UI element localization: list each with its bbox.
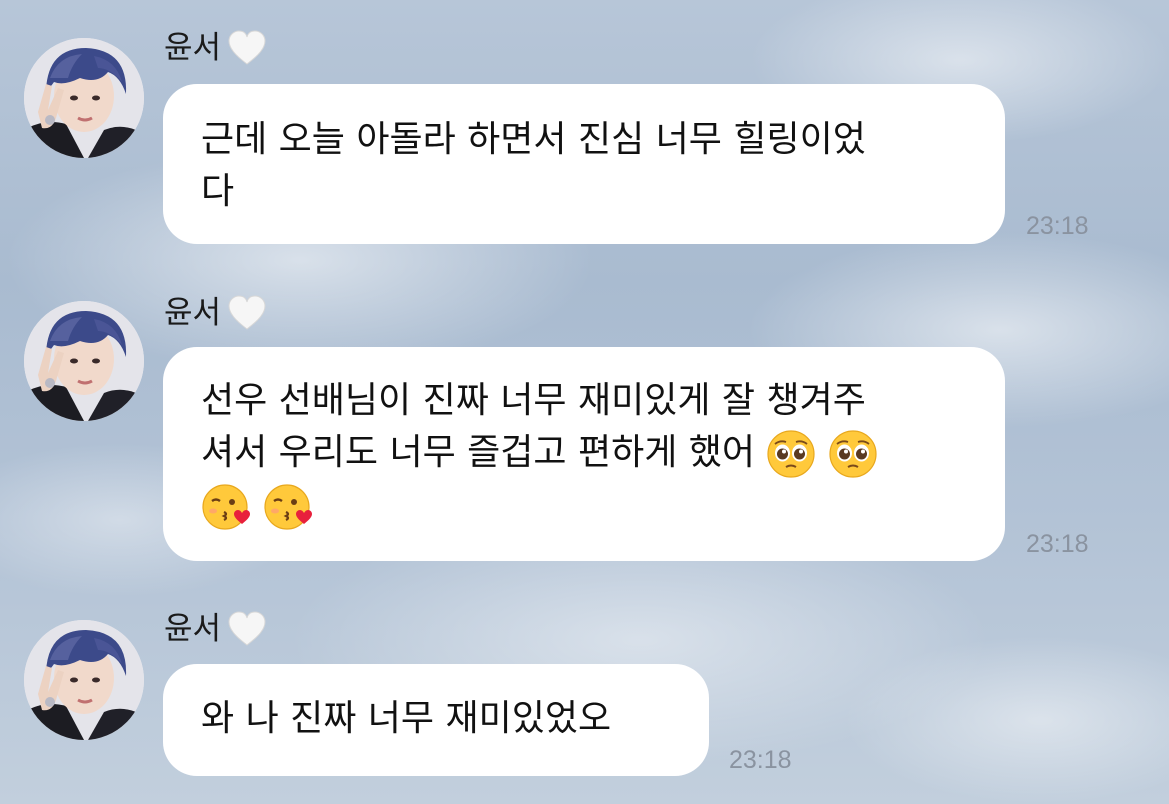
message-text-line: 셔서 우리도 너무 즐겁고 편하게 했어 (201, 427, 967, 479)
sender-label: 윤서 (164, 28, 267, 68)
message-text: 와 나 진짜 너무 재미있었오 (201, 698, 612, 739)
white-heart-icon (228, 611, 266, 646)
message-text: 근데 오늘 아돌라 하면서 진심 너무 힐링이었 다 (201, 119, 866, 212)
message-bubble[interactable]: 선우 선배님이 진짜 너무 재미있게 잘 챙겨주 셔서 우리도 너무 즐겁고 편… (163, 347, 1005, 561)
profile-photo (24, 301, 144, 421)
sender-name: 윤서 (164, 611, 222, 647)
profile-photo (24, 620, 144, 740)
message-timestamp: 23:18 (1026, 212, 1089, 240)
kissing-heart-emoji (201, 483, 251, 531)
message-text-line: 선우 선배님이 진짜 너무 재미있게 잘 챙겨주 (201, 380, 866, 421)
pleading-face-emoji (829, 430, 878, 478)
emoji-group (201, 481, 313, 531)
message-emoji-line (201, 479, 967, 531)
message-timestamp: 23:18 (729, 746, 792, 774)
emoji-group (766, 429, 878, 479)
kissing-heart-emoji (263, 483, 313, 531)
pleading-face-emoji (767, 430, 816, 478)
avatar[interactable] (24, 301, 144, 421)
sender-name: 윤서 (164, 30, 222, 66)
sender-label: 윤서 (164, 609, 267, 649)
sender-label: 윤서 (164, 293, 267, 333)
message-text: 셔서 우리도 너무 즐겁고 편하게 했어 (201, 432, 756, 473)
chat-room: 윤서 근데 오늘 아돌라 하면서 진심 너무 힐링이었 다 23:18 윤서 선… (0, 0, 1169, 804)
white-heart-icon (228, 295, 266, 330)
message-bubble[interactable]: 와 나 진짜 너무 재미있었오 (163, 664, 709, 776)
avatar[interactable] (24, 620, 144, 740)
message-bubble[interactable]: 근데 오늘 아돌라 하면서 진심 너무 힐링이었 다 (163, 84, 1005, 244)
profile-photo (24, 38, 144, 158)
message-timestamp: 23:18 (1026, 530, 1089, 558)
sender-name: 윤서 (164, 295, 222, 331)
white-heart-icon (228, 30, 266, 65)
avatar[interactable] (24, 38, 144, 158)
